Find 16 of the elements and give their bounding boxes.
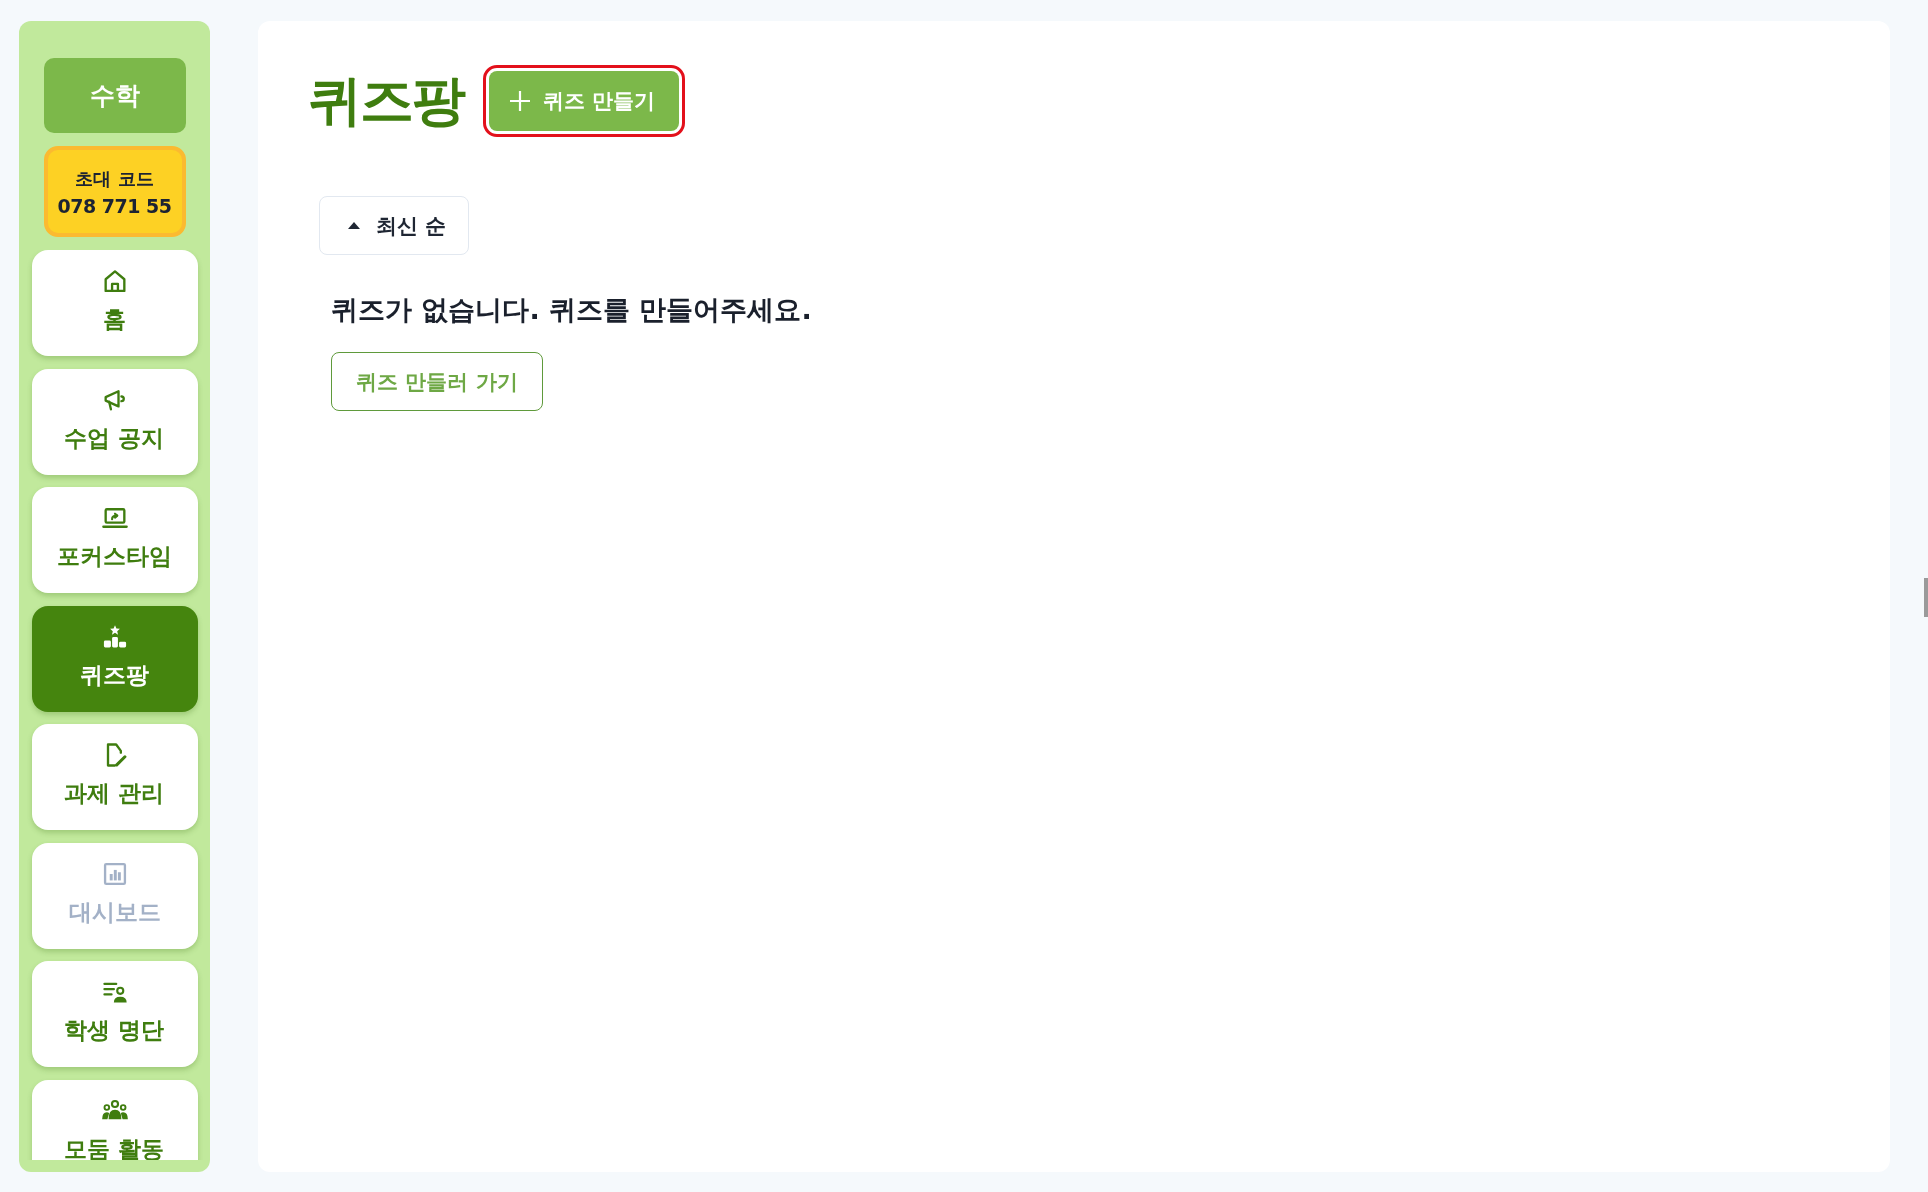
sort-button[interactable]: 최신 순 [319,196,470,255]
invite-code-label: 초대 코드 [75,166,154,191]
invite-code: 078 771 55 [57,194,172,217]
sidebar-item[interactable]: 홈 [31,250,198,356]
caret-up-icon [348,222,360,229]
sidebar-item[interactable]: 과제 관리 [31,724,198,830]
sidebar-item[interactable]: 수업 공지 [31,368,198,475]
go-create-quiz-button[interactable]: 퀴즈 만들러 가기 [331,352,543,411]
scrollbar-thumb[interactable] [1924,578,1928,617]
empty-message: 퀴즈가 없습니다. 퀴즈를 만들어주세요. [331,293,813,327]
sidebar-item[interactable]: 모둠 활동 [31,1079,198,1160]
plus-icon [509,90,531,112]
page-title: 퀴즈팡 [308,68,464,134]
sidebar-item[interactable]: 포커스타임 [31,487,198,593]
sidebar-item[interactable]: 학생 명단 [31,961,198,1067]
sidebar-item[interactable]: 퀴즈팡 [31,605,198,712]
